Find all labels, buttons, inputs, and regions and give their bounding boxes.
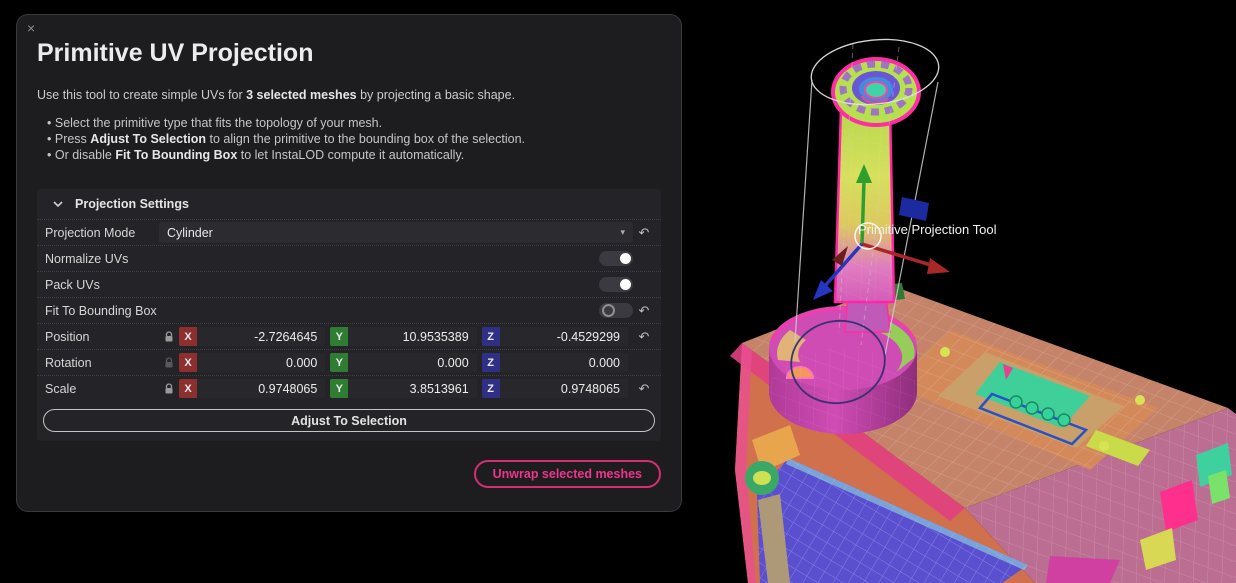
rotation-z-group: Z 0.000 bbox=[482, 353, 628, 372]
section-header-projection-settings[interactable]: Projection Settings bbox=[37, 189, 661, 219]
pack-uvs-label: Pack UVs bbox=[45, 278, 159, 292]
axis-y-badge: Y bbox=[330, 379, 348, 398]
scale-x-field[interactable]: 0.9748065 bbox=[197, 379, 325, 398]
dialog-title: Primitive UV Projection bbox=[37, 39, 661, 67]
mesh-screw-2 bbox=[1099, 441, 1109, 451]
scale-y-field[interactable]: 3.8513961 bbox=[348, 379, 476, 398]
scale-x-group: X 0.9748065 bbox=[179, 379, 325, 398]
reset-projection-mode-icon[interactable]: ↶ bbox=[639, 226, 650, 241]
projection-mode-label: Projection Mode bbox=[45, 226, 159, 240]
reset-fit-to-bounding-box-icon[interactable]: ↶ bbox=[639, 304, 650, 319]
mesh-key-4 bbox=[1058, 414, 1070, 426]
position-z-group: Z -0.4529299 bbox=[482, 327, 628, 346]
description-post: by projecting a basic shape. bbox=[357, 88, 515, 102]
position-x-field[interactable]: -2.7264645 bbox=[197, 327, 325, 346]
instruction-item: Press Adjust To Selection to align the p… bbox=[47, 131, 661, 147]
chevron-down-icon bbox=[53, 200, 63, 208]
antenna-knob bbox=[831, 57, 921, 127]
adjust-to-selection-button[interactable]: Adjust To Selection bbox=[43, 409, 655, 432]
instruction-item: Or disable Fit To Bounding Box to let In… bbox=[47, 147, 661, 163]
rotation-y-field[interactable]: 0.000 bbox=[348, 353, 476, 372]
mesh-key-3 bbox=[1042, 408, 1054, 420]
pack-uvs-toggle[interactable] bbox=[599, 277, 633, 292]
row-rotation: Rotation X 0.000 Y 0.000 Z 0.000 bbox=[37, 349, 661, 375]
gizmo-z-arrowhead[interactable] bbox=[813, 280, 833, 300]
mesh-screw-1 bbox=[940, 347, 950, 357]
rotation-y-group: Y 0.000 bbox=[330, 353, 476, 372]
position-y-field[interactable]: 10.9535389 bbox=[348, 327, 476, 346]
rotation-lock-icon[interactable] bbox=[159, 357, 179, 369]
position-z-field[interactable]: -0.4529299 bbox=[500, 327, 628, 346]
gizmo-plane-handle[interactable] bbox=[899, 197, 929, 221]
axis-y-badge: Y bbox=[330, 327, 348, 346]
bullet-text: to let InstaLOD compute it automatically… bbox=[237, 148, 464, 162]
dialog-description: Use this tool to create simple UVs for 3… bbox=[37, 88, 661, 102]
mesh-key-2 bbox=[1026, 402, 1038, 414]
row-pack-uvs: Pack UVs bbox=[37, 271, 661, 297]
normalize-uvs-toggle[interactable] bbox=[599, 251, 633, 266]
scale-label: Scale bbox=[45, 382, 159, 396]
mesh-key-1 bbox=[1010, 396, 1022, 408]
bullet-text: to align the primitive to the bounding b… bbox=[206, 132, 525, 146]
row-normalize-uvs: Normalize UVs bbox=[37, 245, 661, 271]
rotation-label: Rotation bbox=[45, 356, 159, 370]
reset-position-icon[interactable]: ↶ bbox=[639, 330, 650, 345]
axis-x-badge: X bbox=[179, 353, 197, 372]
dropdown-caret-icon: ▾ bbox=[620, 228, 625, 238]
axis-x-badge: X bbox=[179, 327, 197, 346]
mesh-left-knob-inner bbox=[753, 471, 771, 485]
axis-x-badge: X bbox=[179, 379, 197, 398]
scale-z-group: Z 0.9748065 bbox=[482, 379, 628, 398]
mesh-patch-green bbox=[1208, 470, 1230, 504]
primitive-uv-projection-dialog: × Primitive UV Projection Use this tool … bbox=[16, 14, 682, 512]
close-icon[interactable]: × bbox=[27, 21, 35, 35]
fit-to-bounding-box-label: Fit To Bounding Box bbox=[45, 304, 159, 318]
bullet-text: Or disable bbox=[55, 148, 115, 162]
scale-lock-icon[interactable] bbox=[159, 383, 179, 395]
axis-z-badge: Z bbox=[482, 327, 500, 346]
row-position: Position X -2.7264645 Y 10.9535389 Z -0.… bbox=[37, 323, 661, 349]
projection-mode-value: Cylinder bbox=[167, 226, 213, 240]
bullet-text: Select the primitive type that fits the … bbox=[55, 116, 382, 130]
instruction-list: Select the primitive type that fits the … bbox=[47, 115, 661, 163]
position-x-group: X -2.7264645 bbox=[179, 327, 325, 346]
bullet-bold: Fit To Bounding Box bbox=[115, 148, 237, 162]
toggle-knob bbox=[602, 304, 615, 317]
description-bold: 3 selected meshes bbox=[246, 88, 357, 102]
toggle-knob bbox=[620, 253, 631, 264]
projection-settings-panel: Projection Settings Projection Mode Cyli… bbox=[37, 189, 661, 441]
row-scale: Scale X 0.9748065 Y 3.8513961 Z 0.974806… bbox=[37, 375, 661, 401]
instruction-item: Select the primitive type that fits the … bbox=[47, 115, 661, 131]
toggle-knob bbox=[620, 279, 631, 290]
tool-label: Primitive Projection Tool bbox=[858, 222, 997, 237]
axis-z-badge: Z bbox=[482, 353, 500, 372]
rotation-x-group: X 0.000 bbox=[179, 353, 325, 372]
position-y-group: Y 10.9535389 bbox=[330, 327, 476, 346]
projection-mode-select[interactable]: Cylinder ▾ bbox=[159, 222, 633, 243]
position-lock-icon[interactable] bbox=[159, 331, 179, 343]
position-label: Position bbox=[45, 330, 159, 344]
row-projection-mode: Projection Mode Cylinder ▾ ↶ bbox=[37, 219, 661, 245]
row-fit-to-bounding-box: Fit To Bounding Box ↶ bbox=[37, 297, 661, 323]
axis-z-badge: Z bbox=[482, 379, 500, 398]
description-pre: Use this tool to create simple UVs for bbox=[37, 88, 246, 102]
section-title: Projection Settings bbox=[75, 197, 189, 211]
scale-y-group: Y 3.8513961 bbox=[330, 379, 476, 398]
mesh-screw-3 bbox=[1135, 395, 1145, 405]
unwrap-selected-meshes-button[interactable]: Unwrap selected meshes bbox=[474, 460, 661, 488]
scale-z-field[interactable]: 0.9748065 bbox=[500, 379, 628, 398]
bullet-bold: Adjust To Selection bbox=[90, 132, 206, 146]
mesh-bottom-blob bbox=[1046, 556, 1120, 583]
gizmo-x-arrowhead[interactable] bbox=[927, 258, 950, 274]
fit-to-bounding-box-toggle[interactable] bbox=[599, 303, 633, 318]
axis-y-badge: Y bbox=[330, 353, 348, 372]
rotation-z-field[interactable]: 0.000 bbox=[500, 353, 628, 372]
normalize-uvs-label: Normalize UVs bbox=[45, 252, 159, 266]
reset-scale-icon[interactable]: ↶ bbox=[639, 382, 650, 397]
bullet-text: Press bbox=[55, 132, 90, 146]
rotation-x-field[interactable]: 0.000 bbox=[197, 353, 325, 372]
